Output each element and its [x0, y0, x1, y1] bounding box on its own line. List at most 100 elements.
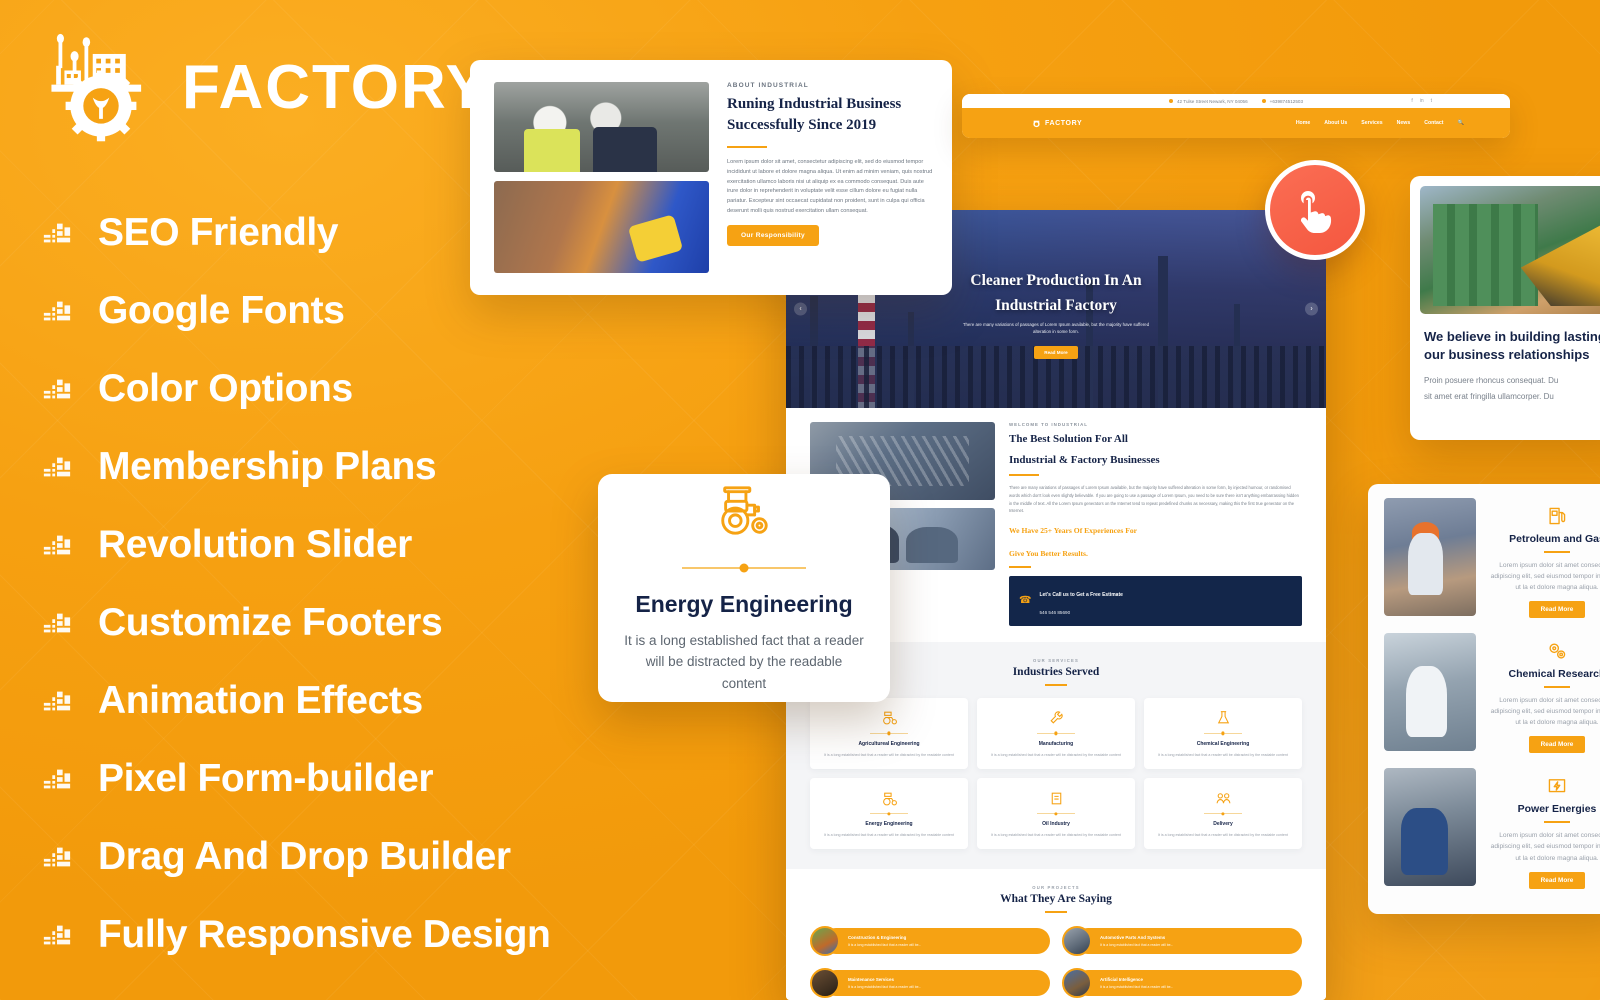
tractor-icon [818, 709, 960, 727]
service-card[interactable]: Oil Industry It is a long established fa… [977, 778, 1135, 850]
divider [1045, 911, 1067, 914]
feature-item-seo-friendly: SEO Friendly [42, 194, 722, 272]
linkedin-icon[interactable]: in [1420, 98, 1424, 104]
testimonial-card[interactable]: Automotive Parts And Systems It is a lon… [1062, 925, 1302, 957]
divider [870, 813, 908, 815]
service-desc: It is a long established fact that a rea… [991, 833, 1121, 838]
service-desc: It is a long established fact that a rea… [991, 752, 1121, 757]
service-list-item[interactable]: Chemical Research Lorem ipsum dolor sit … [1384, 633, 1600, 754]
service-card[interactable]: Manufacturing It is a long established f… [977, 697, 1135, 770]
feature-label: Membership Plans [98, 445, 437, 488]
service-list-desc: Lorem ipsum dolor sit amet consectetur a… [1490, 562, 1600, 592]
feature-item-google-fonts: Google Fonts [42, 272, 722, 350]
slider-prev-icon[interactable]: ‹ [794, 302, 807, 316]
divider [682, 567, 806, 569]
chemical-research-photo [1384, 633, 1476, 752]
people-icon [1152, 789, 1294, 807]
service-list-desc: Lorem ipsum dolor sit amet consectetur a… [1490, 697, 1600, 727]
service-list-title: Petroleum and Gas [1509, 533, 1600, 545]
about-heading: Runing Industrial Business Successfully … [727, 96, 902, 134]
read-more-button[interactable]: Read More [1528, 601, 1586, 619]
call-phone: 546 546 85690 [1039, 609, 1071, 615]
slider-next-icon[interactable]: › [1305, 302, 1318, 316]
divider [1009, 474, 1039, 476]
nav-item-contact[interactable]: Contact [1424, 120, 1443, 126]
nav-item-home[interactable]: Home [1296, 120, 1310, 126]
service-desc: It is a long established fact that a rea… [1158, 833, 1288, 838]
service-desc: It is a long established fact that a rea… [824, 833, 954, 838]
header-address-text: 42 Tulse Street Newark, NY 04056 [1177, 98, 1248, 104]
hero-read-more-button[interactable]: Read More [1034, 345, 1078, 359]
our-responsibility-button[interactable]: Our Responsibility [727, 225, 820, 247]
testimonial-card[interactable]: Maintenance Services It is a long establ… [810, 967, 1050, 999]
welcome-heading-line2: Industrial & Factory Businesses [1009, 453, 1160, 466]
hero-paragraph: There are many variations of passages of… [962, 321, 1150, 335]
testimonial-name: Automotive Parts And Systems [1100, 935, 1166, 941]
welcome-accent-line2: Give You Better Results. [1009, 549, 1088, 559]
hand-pointer-icon [1300, 191, 1332, 233]
power-icon [1490, 774, 1600, 798]
testimonial-name: Artificial Intelligence [1100, 977, 1143, 983]
header-address: 42 Tulse Street Newark, NY 04056 [1169, 99, 1248, 104]
service-name: Manufacturing [1038, 740, 1074, 747]
testimonial-desc: It is a long established fact that a rea… [1100, 985, 1174, 990]
call-estimate-button[interactable]: ☎ Let's Call us to Get a Free Estimate 5… [1009, 575, 1302, 626]
welcome-eyebrow: WELCOME TO INDUSTRIAL [1009, 422, 1088, 427]
service-list-item[interactable]: Power Energies Lorem ipsum dolor sit ame… [1384, 768, 1600, 889]
nav-item-news[interactable]: News [1397, 120, 1411, 126]
twitter-icon[interactable]: t [1431, 98, 1432, 104]
factory-icon [43, 925, 71, 945]
service-desc: It is a long established fact that a rea… [824, 752, 954, 757]
factory-gear-icon [1033, 120, 1040, 127]
service-name: Energy Engineering [865, 821, 913, 828]
welcome-accent-line1: We Have 25+ Years Of Experiences For [1009, 526, 1138, 536]
header-phone[interactable]: +639874512503 [1261, 98, 1303, 104]
feature-label: Pixel Form-builder [98, 757, 434, 800]
hero-heading-line1: Cleaner Production In An [970, 272, 1142, 290]
projects-eyebrow: OUR PROJECTS [1032, 885, 1080, 891]
header-social-links[interactable]: f in t [1411, 98, 1432, 104]
rt-paragraph-line2: sit amet erat fringilla ullamcorper. Du [1424, 391, 1554, 401]
service-card[interactable]: Energy Engineering It is a long establis… [810, 778, 968, 850]
nav-item-services[interactable]: Services [1361, 120, 1382, 126]
divider [727, 145, 767, 149]
factory-icon [43, 613, 71, 633]
divider [1544, 551, 1570, 553]
search-icon[interactable]: 🔍 [1458, 120, 1464, 126]
gears-icon [1490, 639, 1600, 663]
testimonial-card[interactable]: Construction & Engineering It is a long … [810, 925, 1050, 957]
nav-item-about-us[interactable]: About Us [1324, 120, 1347, 126]
feature-label: SEO Friendly [98, 211, 339, 254]
service-name: Agricultureal Engineering [858, 740, 920, 747]
divider [1204, 813, 1242, 815]
feature-label: Fully Responsive Design [98, 913, 551, 956]
service-name: Chemical Engineering [1196, 740, 1250, 747]
rt-paragraph-line1: Proin posuere rhoncus consequat. Du [1424, 375, 1559, 385]
service-card[interactable]: Delivery It is a long established fact t… [1144, 778, 1302, 850]
service-card[interactable]: Agricultureal Engineering It is a long e… [810, 697, 968, 770]
read-more-button[interactable]: Read More [1528, 736, 1586, 754]
service-list-title: Power Energies [1517, 803, 1597, 816]
header-logo[interactable]: FACTORY [1032, 119, 1082, 128]
about-eyebrow: ABOUT INDUSTRIAL [727, 82, 809, 89]
read-more-button[interactable]: Read More [1528, 871, 1586, 889]
feature-label: Revolution Slider [98, 523, 412, 566]
testimonial-card[interactable]: Artificial Intelligence It is a long est… [1062, 967, 1302, 999]
service-list-item[interactable]: Petroleum and Gas Lorem ipsum dolor sit … [1384, 498, 1600, 619]
header-menu[interactable]: Home About Us Services News Contact 🔍 [1296, 120, 1464, 126]
factory-icon [43, 691, 71, 711]
divider [1045, 683, 1067, 686]
welcome-heading-line1: The Best Solution For All [1009, 433, 1128, 445]
header-phone-text: +639874512503 [1269, 98, 1303, 104]
click-badge[interactable] [1265, 160, 1365, 260]
power-energies-photo [1384, 768, 1476, 887]
service-list-title: Chemical Research [1508, 668, 1600, 681]
projects-section: OUR PROJECTS What They Are Saying Constr… [786, 869, 1326, 1000]
divider [1544, 821, 1570, 824]
facebook-icon[interactable]: f [1411, 98, 1412, 104]
service-card[interactable]: Chemical Engineering It is a long establ… [1144, 697, 1302, 770]
testimonial-desc: It is a long established fact that a rea… [1100, 943, 1174, 948]
factory-icon [43, 223, 71, 243]
phone-icon: ☎ [1019, 595, 1032, 607]
feature-label: Customize Footers [98, 601, 443, 644]
